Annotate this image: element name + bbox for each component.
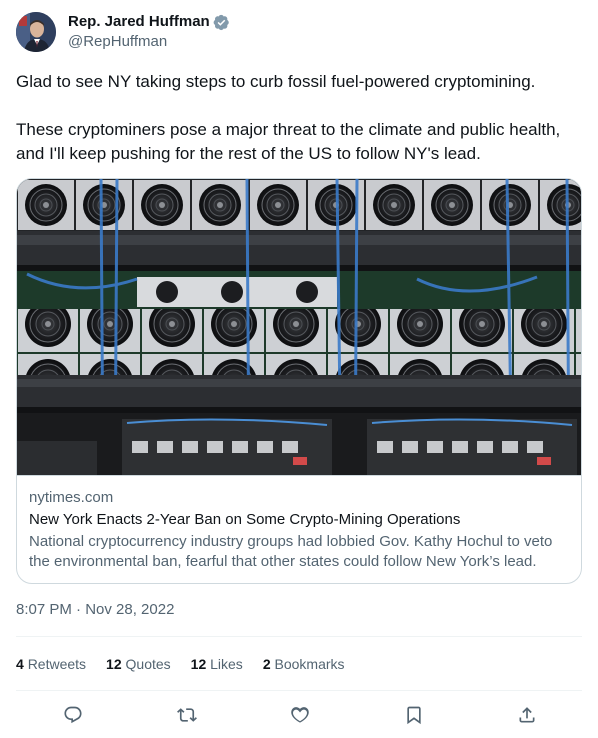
reply-icon <box>64 706 82 724</box>
verified-badge-icon[interactable] <box>213 14 230 31</box>
author-display-name[interactable]: Rep. Jared Huffman <box>68 13 210 31</box>
like-icon <box>291 707 309 723</box>
card-title: New York Enacts 2-Year Ban on Some Crypt… <box>29 511 461 528</box>
author-handle[interactable]: @RepHuffman <box>68 33 167 51</box>
tweet-paragraph: Glad to see NY taking steps to curb foss… <box>16 72 536 91</box>
tweet-header: Rep. Jared Huffman @RepHuffman <box>16 12 582 52</box>
bookmark-button[interactable] <box>403 704 425 726</box>
like-button[interactable] <box>289 704 311 726</box>
link-preview-card[interactable]: nytimes.com New York Enacts 2-Year Ban o… <box>16 178 582 584</box>
likes-count: 12 <box>190 656 207 672</box>
card-domain: nytimes.com <box>29 489 114 506</box>
author-name-row: Rep. Jared Huffman <box>68 13 230 31</box>
retweets-stat[interactable]: 4 Retweets <box>16 654 86 674</box>
crypto-mining-rack-image <box>17 179 581 475</box>
retweet-button[interactable] <box>176 704 198 726</box>
bookmarks-stat[interactable]: 2 Bookmarks <box>263 654 345 674</box>
share-icon <box>519 707 535 723</box>
engagement-stats: 4 Retweets 12 Quotes 12 Likes 2 Bookmark… <box>16 653 365 675</box>
retweet-icon <box>176 708 197 722</box>
quotes-count: 12 <box>106 656 122 672</box>
bookmarks-label: Bookmarks <box>274 656 345 672</box>
likes-stat[interactable]: 12 Likes <box>191 654 243 674</box>
quotes-stat[interactable]: 12 Quotes <box>106 654 171 674</box>
card-meta[interactable]: nytimes.com New York Enacts 2-Year Ban o… <box>17 475 581 583</box>
card-image[interactable] <box>17 179 581 475</box>
tweet-text: Glad to see NY taking steps to curb foss… <box>16 70 586 166</box>
divider <box>16 636 582 637</box>
tweet-paragraph: These cryptominers pose a major threat t… <box>16 120 561 163</box>
likes-label: Likes <box>210 656 243 672</box>
retweets-label: Retweets <box>27 656 87 672</box>
bookmarks-count: 2 <box>262 656 271 672</box>
share-button[interactable] <box>516 704 538 726</box>
tweet-actions <box>16 694 582 736</box>
tweet-timestamp[interactable]: 8:07 PM · Nov 28, 2022 <box>16 600 174 620</box>
divider <box>16 690 582 691</box>
reply-button[interactable] <box>62 704 84 726</box>
retweets-count: 4 <box>16 656 24 672</box>
card-description: National cryptocurrency industry groups … <box>29 533 553 570</box>
bookmark-icon <box>406 706 421 725</box>
quotes-label: Quotes <box>125 656 171 672</box>
avatar[interactable] <box>16 12 56 52</box>
